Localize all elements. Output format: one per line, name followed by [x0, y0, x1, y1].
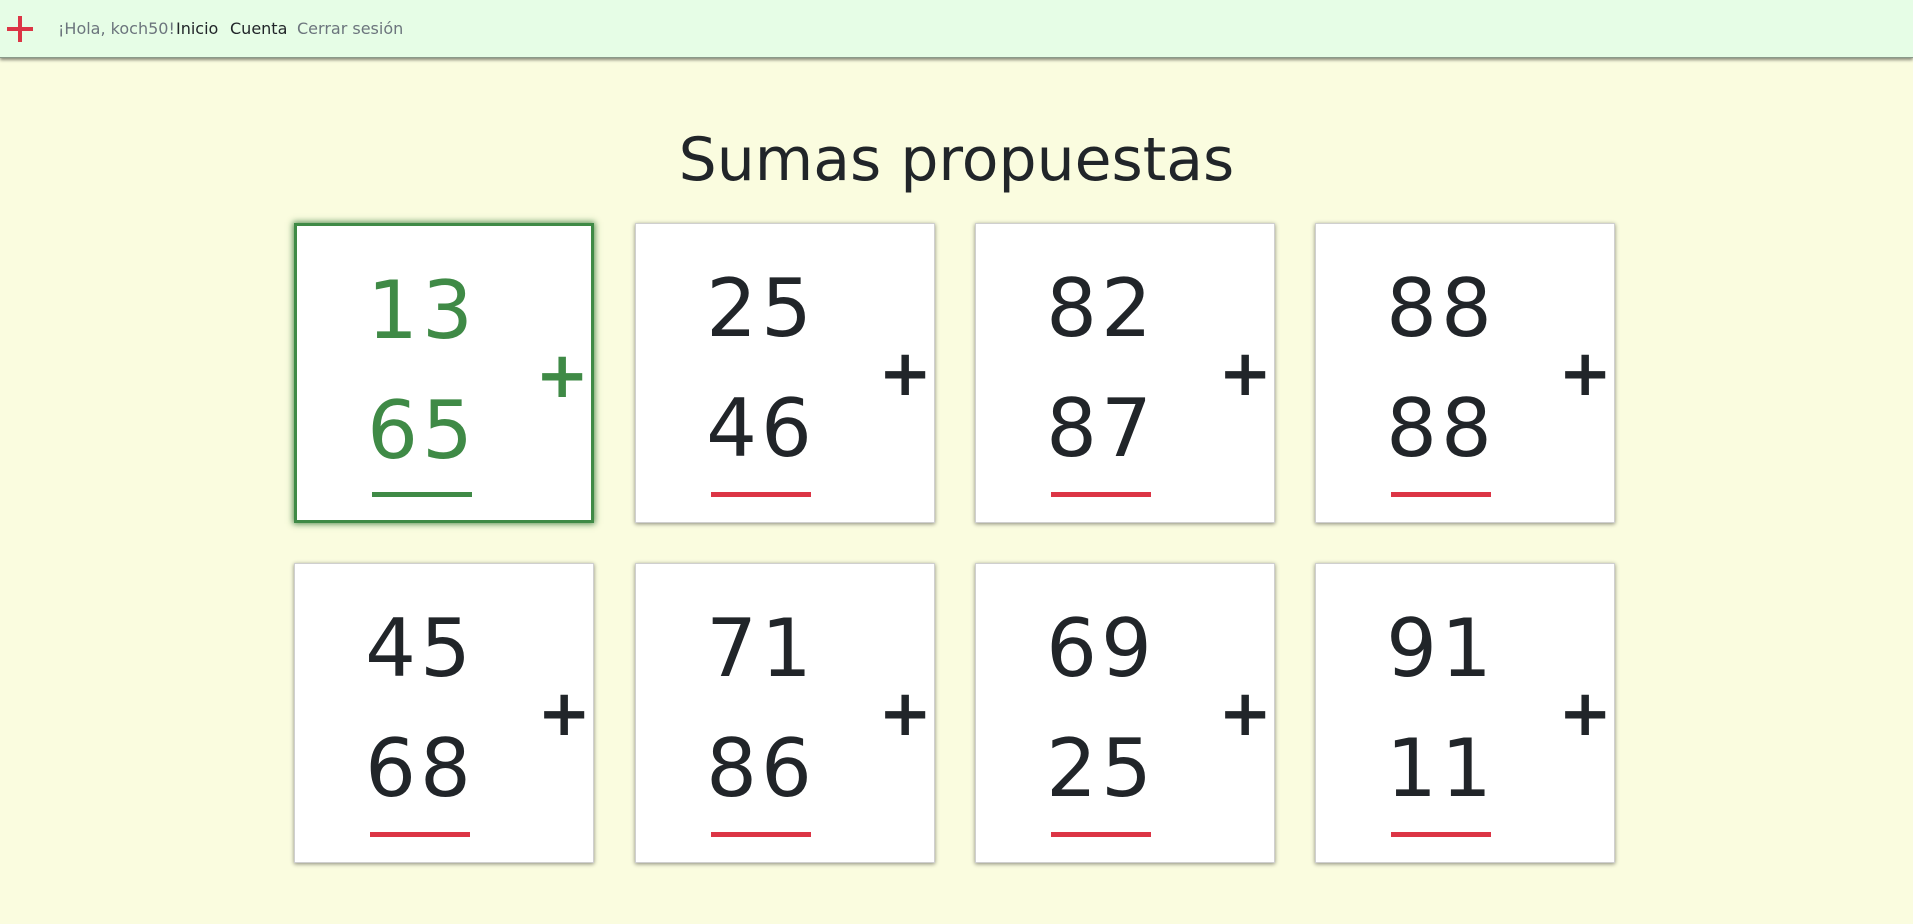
- sum-card[interactable]: 82 87 +: [975, 223, 1275, 523]
- sum-top-number: 25: [706, 262, 816, 355]
- sum-underline: [711, 492, 811, 497]
- sum-underline: [711, 832, 811, 837]
- sum-top-number: 82: [1046, 262, 1156, 355]
- sum-bottom-number: 65: [367, 384, 477, 477]
- navbar: ¡Hola, koch50! Inicio Cuenta Cerrar sesi…: [0, 0, 1913, 58]
- sum-bottom-number: 46: [706, 382, 816, 475]
- sum-underline: [372, 492, 472, 497]
- sum-bottom-number: 25: [1046, 722, 1156, 815]
- greeting-text: ¡Hola, koch50!: [58, 19, 175, 38]
- page-title: Sumas propuestas: [678, 125, 1235, 195]
- sum-card[interactable]: 69 25 +: [975, 563, 1275, 863]
- plus-operator: +: [537, 677, 591, 751]
- sum-top-number: 91: [1386, 602, 1496, 695]
- sum-card[interactable]: 45 68 +: [294, 563, 594, 863]
- plus-operator: +: [1558, 337, 1612, 411]
- plus-operator: +: [1218, 337, 1272, 411]
- plus-operator: +: [535, 339, 589, 413]
- sum-card[interactable]: 88 88 +: [1315, 223, 1615, 523]
- nav-logout-link[interactable]: Cerrar sesión: [297, 19, 403, 39]
- sum-top-number: 71: [706, 602, 816, 695]
- sum-underline: [370, 832, 470, 837]
- sum-bottom-number: 87: [1046, 382, 1156, 475]
- sum-top-number: 69: [1046, 602, 1156, 695]
- sum-underline: [1051, 492, 1151, 497]
- plus-operator: +: [1218, 677, 1272, 751]
- sum-underline: [1051, 832, 1151, 837]
- nav-home-link[interactable]: Inicio: [176, 19, 218, 39]
- sum-underline: [1391, 492, 1491, 497]
- plus-operator: +: [1558, 677, 1612, 751]
- sum-card[interactable]: 91 11 +: [1315, 563, 1615, 863]
- sum-top-number: 45: [365, 602, 475, 695]
- sum-top-number: 88: [1386, 262, 1496, 355]
- sum-bottom-number: 88: [1386, 382, 1496, 475]
- nav-account-link[interactable]: Cuenta: [230, 19, 287, 39]
- sum-card[interactable]: 13 65 +: [294, 223, 594, 523]
- plus-operator: +: [878, 677, 932, 751]
- brand-plus-icon[interactable]: [5, 14, 35, 44]
- sum-card[interactable]: 71 86 +: [635, 563, 935, 863]
- plus-operator: +: [878, 337, 932, 411]
- sum-bottom-number: 68: [365, 722, 475, 815]
- sum-card[interactable]: 25 46 +: [635, 223, 935, 523]
- sum-top-number: 13: [367, 264, 477, 357]
- sum-bottom-number: 11: [1386, 722, 1496, 815]
- sum-underline: [1391, 832, 1491, 837]
- sum-bottom-number: 86: [706, 722, 816, 815]
